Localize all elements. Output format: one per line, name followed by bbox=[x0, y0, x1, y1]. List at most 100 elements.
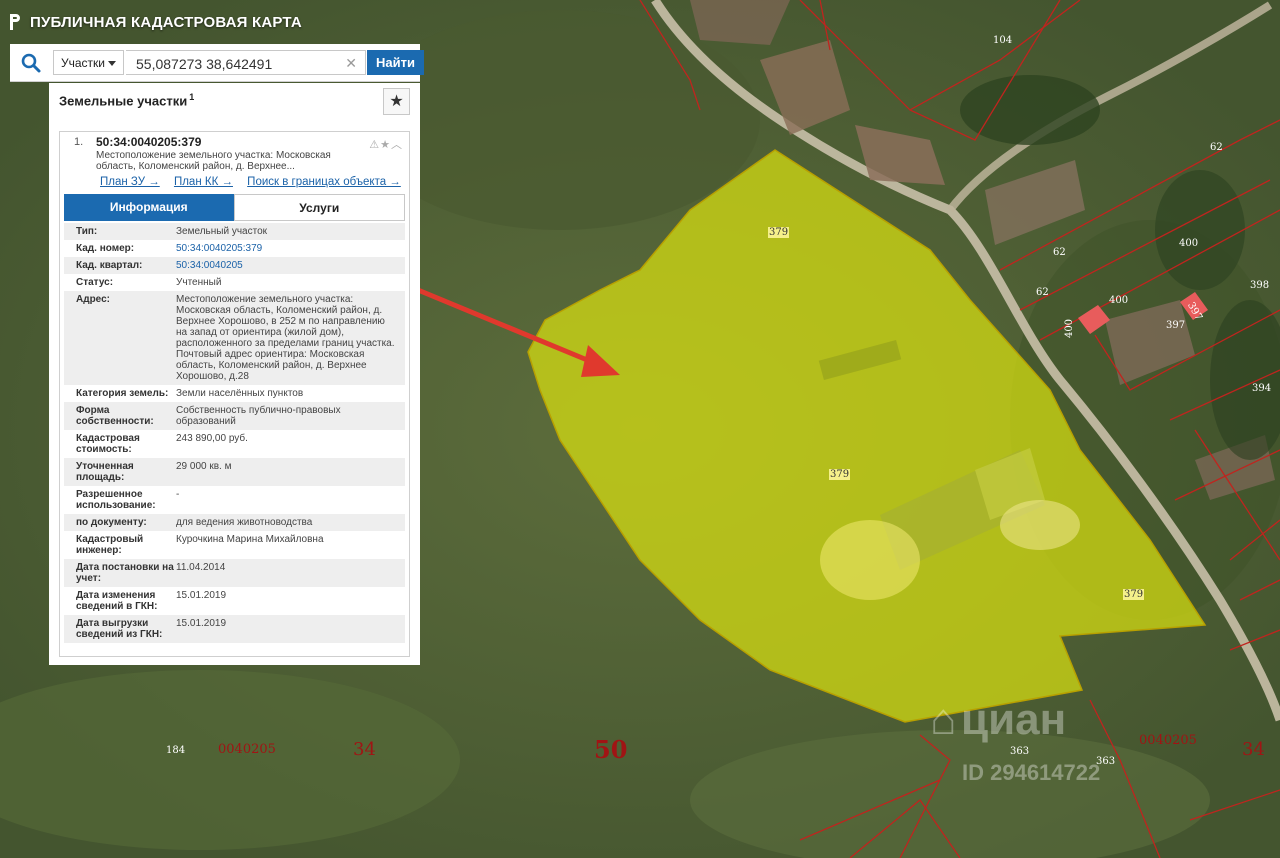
parcel-label: 379 bbox=[768, 227, 790, 238]
info-value: Земли населённых пунктов bbox=[176, 388, 304, 399]
info-value: - bbox=[176, 489, 180, 500]
parcel-number-label: 62 bbox=[1210, 142, 1223, 153]
info-row: по документу: для ведения животноводства bbox=[64, 514, 405, 531]
info-key: Кадастровая стоимость: bbox=[76, 433, 140, 455]
info-row: Дата выгрузки сведений из ГКН: 15.01.2019 bbox=[64, 615, 405, 643]
info-value-link[interactable]: 50:34:0040205 bbox=[176, 260, 405, 271]
info-row: Статус: Учтенный bbox=[64, 274, 405, 291]
result-card[interactable]: 1. 50:34:0040205:379 Местоположение земе… bbox=[59, 131, 410, 657]
results-panel: Земельные участки 1 ★ 1. 50:34:0040205:37… bbox=[49, 83, 420, 665]
parcel-label: 379 bbox=[1123, 589, 1145, 600]
search-bar: Участки ✕ Найти bbox=[10, 44, 424, 82]
info-value: Земельный участок bbox=[176, 226, 268, 237]
app-header: ПУБЛИЧНАЯ КАДАСТРОВАЯ КАРТА bbox=[8, 10, 302, 34]
info-row: Кадастровая стоимость: 243 890,00 руб. bbox=[64, 430, 405, 458]
panel-title-text: Земельные участки bbox=[59, 93, 188, 109]
watermark-logo: ⌂ циан bbox=[930, 695, 1066, 745]
info-key: Кад. квартал: bbox=[76, 260, 143, 271]
info-value: Собственность публично-правовых образова… bbox=[176, 405, 341, 427]
info-value: 15.01.2019 bbox=[176, 590, 227, 601]
star-icon[interactable]: ★ bbox=[380, 139, 391, 151]
info-key: Дата выгрузки сведений из ГКН: bbox=[76, 618, 163, 640]
search-field: ✕ bbox=[126, 50, 366, 75]
result-index: 1. bbox=[74, 136, 84, 148]
search-input[interactable] bbox=[134, 52, 338, 75]
info-key: Кадастровый инженер: bbox=[76, 534, 144, 556]
info-key: Дата изменения сведений в ГКН: bbox=[76, 590, 158, 612]
result-cad-number[interactable]: 50:34:0040205:379 bbox=[96, 135, 201, 149]
favorite-button[interactable]: ★ bbox=[383, 88, 410, 115]
info-key: по документу: bbox=[76, 517, 147, 528]
info-value: Курочкина Марина Михайловна bbox=[176, 534, 324, 545]
search-type-value: Участки bbox=[61, 56, 105, 70]
search-icon[interactable] bbox=[20, 52, 42, 74]
info-key: Адрес: bbox=[76, 294, 110, 305]
panel-title: Земельные участки 1 bbox=[59, 92, 194, 108]
info-value: для ведения животноводства bbox=[176, 517, 313, 528]
info-row: Дата изменения сведений в ГКН: 15.01.2019 bbox=[64, 587, 405, 615]
chevron-down-icon bbox=[108, 61, 116, 66]
parcel-number-label: 184 bbox=[166, 745, 186, 756]
search-type-select[interactable]: Участки bbox=[53, 50, 124, 75]
quarter-label: 0040205 bbox=[218, 742, 276, 757]
clear-icon[interactable]: ✕ bbox=[345, 55, 357, 72]
star-icon: ★ bbox=[389, 93, 404, 110]
info-row: Разрешенное использование: - bbox=[64, 486, 405, 514]
watermark-id: ID 294614722 bbox=[962, 760, 1101, 785]
parcel-number-label: 62 bbox=[1053, 247, 1066, 258]
info-table: Тип: Земельный участок Кад. номер: 50:34:00… bbox=[64, 223, 405, 643]
info-row: Кад. номер: 50:34:0040205:379 bbox=[64, 240, 405, 257]
parcel-label: 379 bbox=[829, 469, 851, 480]
info-value: Местоположение земельного участка: Моско… bbox=[176, 294, 395, 382]
info-row: Форма собственности: Собственность публич… bbox=[64, 402, 405, 430]
tab-information[interactable]: Информация bbox=[64, 194, 234, 221]
quarter-label: 34 bbox=[1242, 739, 1265, 760]
rosreestr-logo-icon bbox=[10, 14, 20, 30]
info-key: Кад. номер: bbox=[76, 243, 135, 254]
info-value: 243 890,00 руб. bbox=[176, 433, 248, 444]
info-value: 15.01.2019 bbox=[176, 618, 227, 629]
search-in-bounds-link[interactable]: Поиск в границах объекта → bbox=[247, 176, 401, 188]
parcel-number-label: 400 bbox=[1179, 238, 1199, 249]
parcel-number-label: 62 bbox=[1036, 287, 1049, 298]
quarter-label: 0040205 bbox=[1139, 733, 1197, 748]
info-row: Адрес: Местоположение земельного участка:… bbox=[64, 291, 405, 385]
parcel-number-label: 363 bbox=[1010, 746, 1030, 757]
card-links: План ЗУ → План КК → Поиск в границах объ… bbox=[100, 176, 412, 188]
quarter-label: 34 bbox=[353, 739, 376, 760]
info-key: Разрешенное использование: bbox=[76, 489, 156, 511]
parcel-number-label: 394 bbox=[1252, 383, 1272, 394]
plan-zu-link[interactable]: План ЗУ → bbox=[100, 176, 160, 188]
warning-icon[interactable]: ⚠ bbox=[369, 139, 380, 151]
plan-kk-link[interactable]: План КК → bbox=[174, 176, 233, 188]
parcel-number-label: 400 bbox=[1064, 318, 1076, 339]
app-title: ПУБЛИЧНАЯ КАДАСТРОВАЯ КАРТА bbox=[30, 13, 302, 31]
info-row: Кадастровый инженер: Курочкина Марина Мих… bbox=[64, 531, 405, 559]
card-actions: ⚠★︿ bbox=[369, 136, 403, 152]
region-label: 50 bbox=[594, 735, 628, 764]
tab-services[interactable]: Услуги bbox=[233, 194, 405, 221]
result-address: Местоположение земельного участка: Моско… bbox=[96, 150, 331, 172]
info-key: Уточненная площадь: bbox=[76, 461, 134, 483]
info-value: Учтенный bbox=[176, 277, 222, 288]
info-value: 29 000 кв. м bbox=[176, 461, 232, 472]
find-button[interactable]: Найти bbox=[367, 50, 424, 75]
parcel-number-label: 398 bbox=[1250, 280, 1270, 291]
info-row: Уточненная площадь: 29 000 кв. м bbox=[64, 458, 405, 486]
info-value: 11.04.2014 bbox=[176, 562, 226, 573]
info-row: Категория земель: Земли населённых пункто… bbox=[64, 385, 405, 402]
parcel-number-label: 397 bbox=[1166, 320, 1186, 331]
info-key: Дата постановки на учет: bbox=[76, 562, 174, 584]
watermark-pin-icon: ⌂ bbox=[930, 695, 957, 744]
parcel-number-label: 104 bbox=[993, 35, 1013, 46]
info-key: Форма собственности: bbox=[76, 405, 154, 427]
info-value-link[interactable]: 50:34:0040205:379 bbox=[176, 243, 405, 254]
results-count: 1 bbox=[189, 92, 195, 102]
parcel-number-label: 400 bbox=[1109, 295, 1129, 306]
collapse-icon[interactable]: ︿ bbox=[391, 139, 403, 151]
info-row: Кад. квартал: 50:34:0040205 bbox=[64, 257, 405, 274]
watermark-text: циан bbox=[961, 695, 1067, 744]
info-row: Тип: Земельный участок bbox=[64, 223, 405, 240]
info-tabs: Информация Услуги bbox=[64, 194, 405, 221]
info-key: Тип: bbox=[76, 226, 98, 237]
